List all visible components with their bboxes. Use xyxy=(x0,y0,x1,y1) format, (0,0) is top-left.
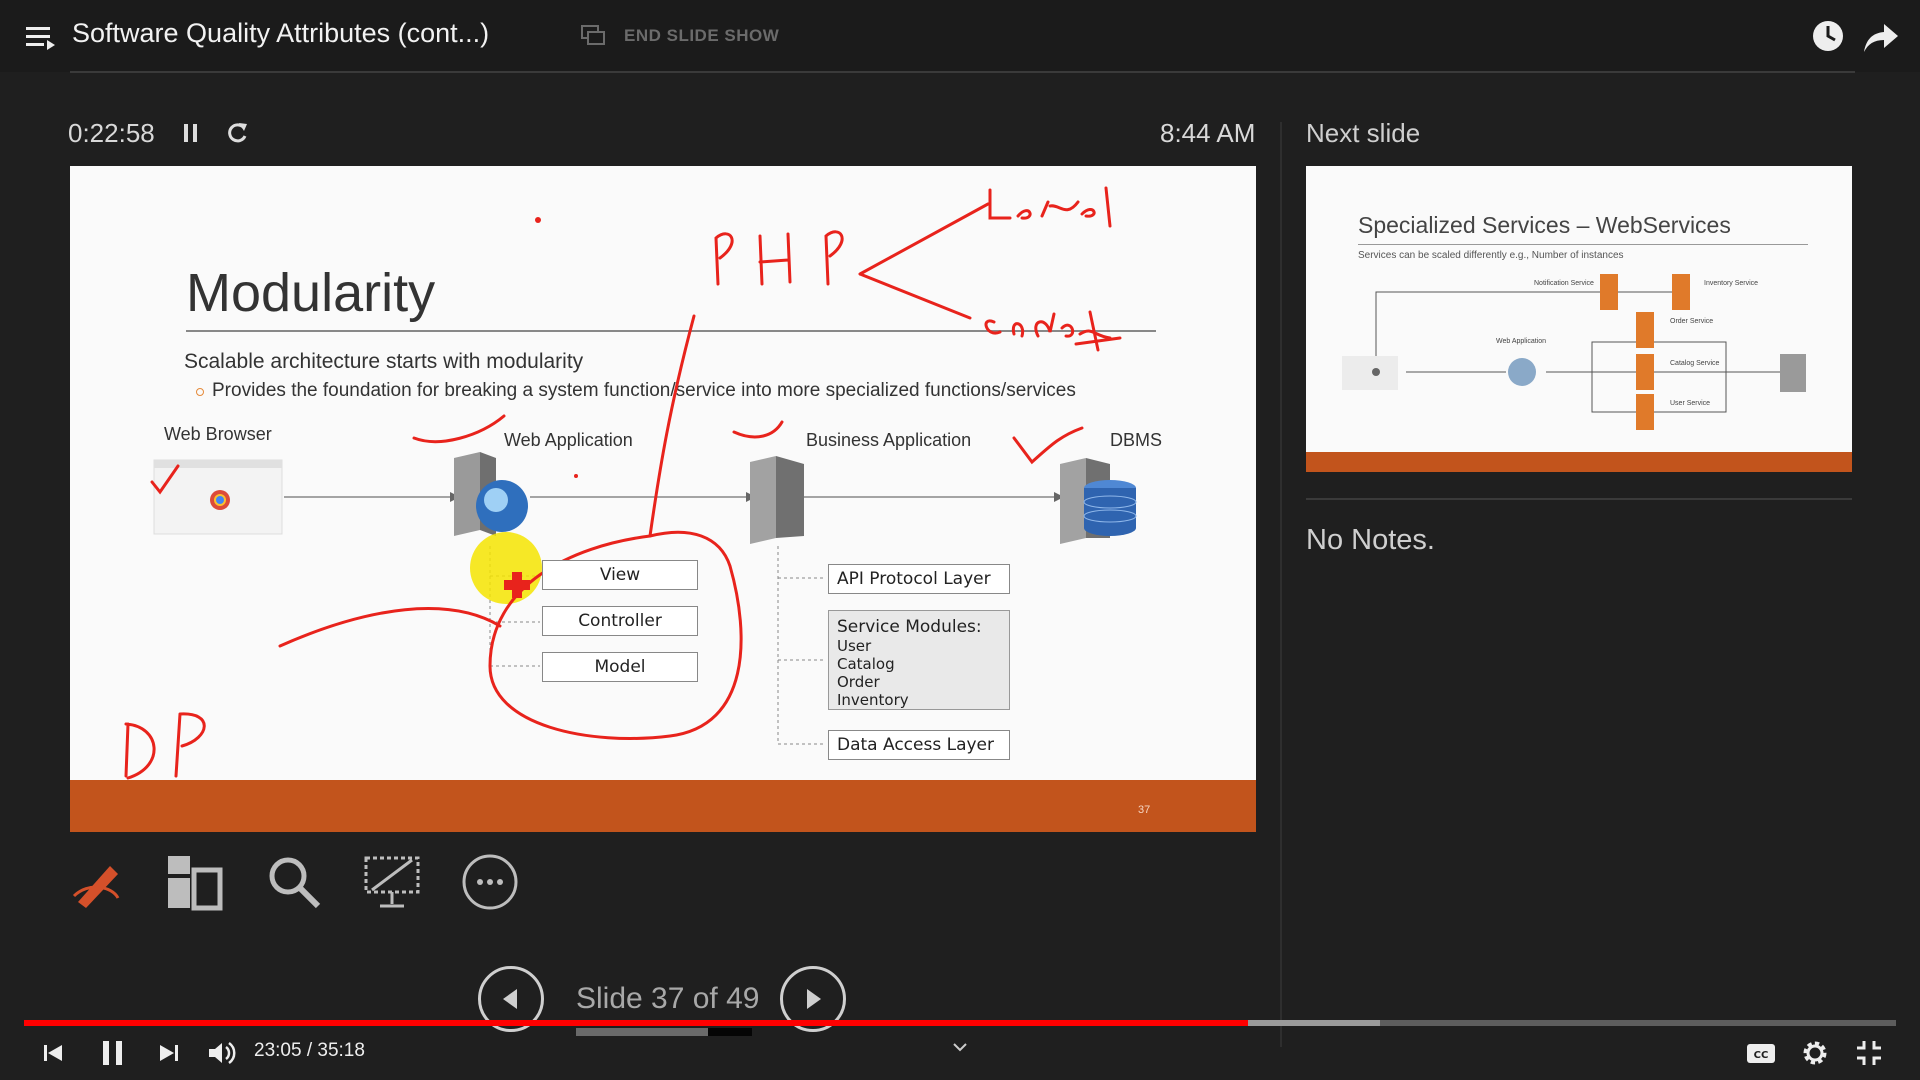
svg-text:CC: CC xyxy=(1754,1050,1769,1061)
more-options-icon[interactable] xyxy=(460,852,520,912)
service-modules-box: Service Modules: User Catalog Order Inve… xyxy=(828,610,1010,710)
zoom-icon[interactable] xyxy=(264,852,324,912)
controller-box: Controller xyxy=(542,606,698,636)
volume-icon[interactable] xyxy=(204,1036,238,1070)
video-time-display: 23:05 / 35:18 xyxy=(254,1040,365,1061)
view-box: View xyxy=(542,560,698,590)
architecture-diagram xyxy=(124,186,1137,780)
video-progress-buffered xyxy=(1248,1020,1381,1026)
next-slide-diagram-label: User Service xyxy=(1670,400,1711,407)
pause-timer-icon[interactable] xyxy=(182,122,200,144)
service-module-item: Order xyxy=(837,673,880,691)
pointer-highlight xyxy=(470,532,542,604)
next-slide-diagram-label: Order Service xyxy=(1670,318,1714,325)
see-all-slides-icon[interactable] xyxy=(164,852,224,912)
black-screen-icon[interactable] xyxy=(362,852,422,912)
pause-icon[interactable] xyxy=(96,1036,130,1070)
next-slide-diagram xyxy=(1342,274,1806,430)
database-server-image xyxy=(1060,458,1137,544)
video-progress-bar[interactable] xyxy=(24,1020,1896,1026)
service-modules-title: Service Modules: xyxy=(837,617,982,637)
web-server-image xyxy=(454,452,528,536)
end-slide-show-button[interactable]: END SLIDE SHOW xyxy=(624,26,779,46)
menu-icon[interactable] xyxy=(26,24,56,50)
next-video-icon[interactable] xyxy=(152,1036,186,1070)
next-slide-diagram-label: Inventory Service xyxy=(1704,280,1759,287)
settings-gear-icon[interactable] xyxy=(1798,1036,1832,1070)
model-box: Model xyxy=(542,652,698,682)
current-time-clock: 8:44 AM xyxy=(1160,118,1256,148)
current-slide: Modularity Scalable architecture starts … xyxy=(70,166,1256,832)
presentation-timer: 0:22:58 xyxy=(68,118,155,148)
next-slide-label: Next slide xyxy=(1306,118,1421,148)
next-slide-diagram-label: Catalog Service xyxy=(1670,360,1720,367)
service-module-item: Inventory xyxy=(837,691,909,709)
slide-counter[interactable]: Slide 37 of 49 xyxy=(576,982,759,1016)
pane-divider xyxy=(1280,122,1282,1047)
chevron-down-icon[interactable] xyxy=(950,1040,970,1054)
next-slide-footer xyxy=(1306,452,1852,472)
next-slide-diagram-label: Web Application xyxy=(1496,338,1547,345)
closed-captions-icon[interactable]: CC xyxy=(1744,1036,1778,1070)
slide-page-number: 37 xyxy=(1138,804,1151,816)
business-server-image xyxy=(750,456,804,544)
next-slide-preview[interactable]: Specialized Services – WebServices Servi… xyxy=(1306,166,1852,472)
video-title: Software Quality Attributes (cont...) xyxy=(72,18,490,48)
notes-divider xyxy=(1306,498,1852,500)
service-module-item: User xyxy=(837,637,872,655)
top-divider xyxy=(70,71,1855,73)
pen-tool-icon[interactable] xyxy=(68,852,128,912)
next-slide-diagram-label: Notification Service xyxy=(1534,280,1594,287)
exit-fullscreen-icon[interactable] xyxy=(1852,1036,1886,1070)
video-progress-played xyxy=(24,1020,1249,1026)
end-slide-show-icon xyxy=(581,25,605,45)
slide-footer-bar xyxy=(70,780,1256,832)
watch-later-icon[interactable] xyxy=(1810,18,1846,54)
previous-video-icon[interactable] xyxy=(36,1036,70,1070)
restart-timer-icon[interactable] xyxy=(224,120,250,146)
speaker-notes: No Notes. xyxy=(1306,524,1435,556)
data-access-layer-box: Data Access Layer xyxy=(828,730,1010,760)
service-module-item: Catalog xyxy=(837,655,895,673)
share-icon[interactable] xyxy=(1862,20,1900,54)
api-protocol-layer-box: API Protocol Layer xyxy=(828,564,1010,594)
